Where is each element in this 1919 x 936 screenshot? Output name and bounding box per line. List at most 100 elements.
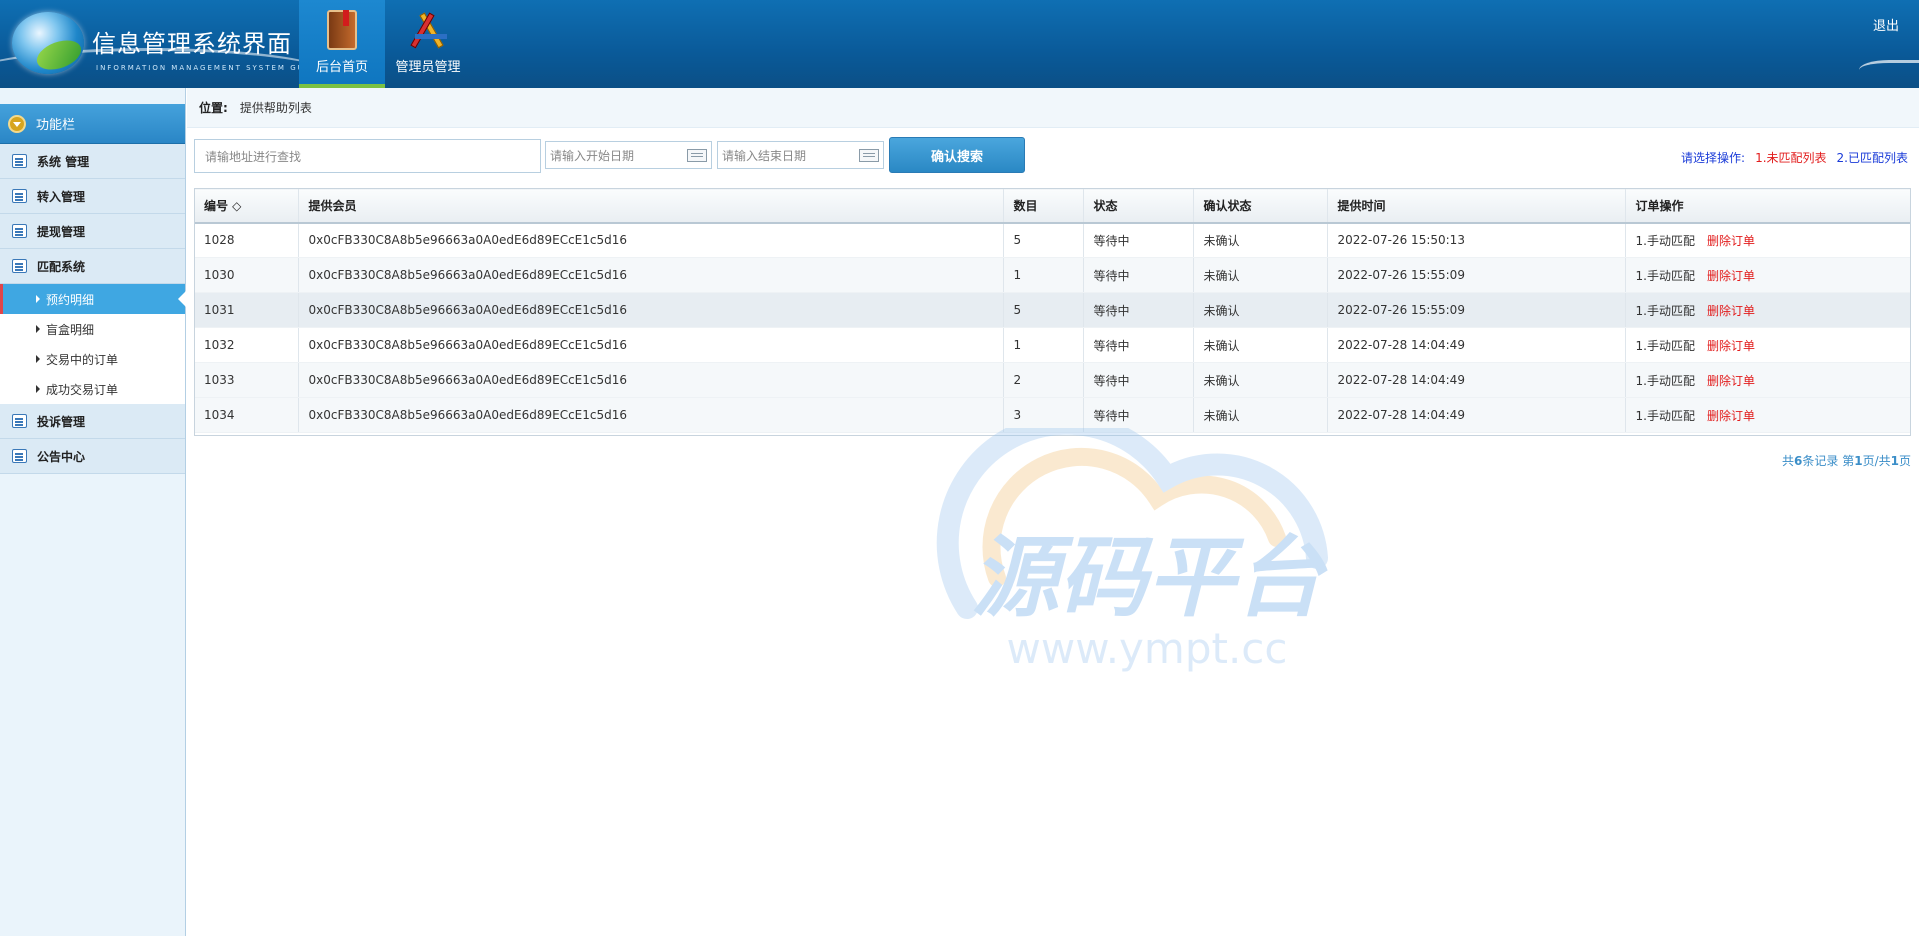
cell-count: 5 [1002,292,1083,328]
delete-order-link[interactable]: 删除订单 [1707,409,1755,423]
sidebar-group-label: 公告中心 [37,449,86,464]
table-row: 1032 0x0cFB330C8A8b5e96663a0A0edE6d89ECc… [194,327,1911,363]
cell-count: 3 [1002,397,1083,433]
cell-time: 2022-07-28 14:04:49 [1326,397,1625,433]
nav-admin-label: 管理员管理 [395,60,461,75]
cell-confirm: 未确认 [1192,327,1327,363]
nav-home[interactable]: 后台首页 [299,0,385,88]
cell-status: 等待中 [1082,397,1193,433]
manual-match-link[interactable]: 1.手动匹配 [1636,234,1695,248]
cell-time: 2022-07-26 15:55:09 [1326,292,1625,328]
sidebar: 功能栏 系统 管理 转入管理 提现管理 匹配系统 预约明细 盲盒明细 交易中的订… [0,88,186,936]
manual-match-link[interactable]: 1.手动匹配 [1636,269,1695,283]
cell-time: 2022-07-26 15:55:09 [1326,257,1625,293]
pagination-info: 共6条记录 第1页/共1页 [1782,452,1911,469]
delete-order-link[interactable]: 删除订单 [1707,269,1755,283]
cell-id: 1032 [194,327,298,363]
cell-id: 1031 [194,292,298,328]
sidebar-header-label: 功能栏 [36,118,76,133]
sidebar-group-withdraw[interactable]: 提现管理 [0,214,185,249]
sidebar-item-reservation[interactable]: 预约明细 [0,284,186,314]
sidebar-group-complaints[interactable]: 投诉管理 [0,404,185,439]
operation-links: 请选择操作: 1.未匹配列表 2.已匹配列表 [1681,149,1908,166]
caret-right-icon [36,355,40,363]
operation-label: 请选择操作: [1681,151,1746,165]
col-actions-header: 订单操作 [1624,188,1911,224]
logout-link[interactable]: 退出 [1873,15,1899,34]
pager-prefix: 共 [1782,454,1795,468]
cell-actions: 1.手动匹配 删除订单 [1624,397,1911,433]
cell-actions: 1.手动匹配 删除订单 [1624,362,1911,398]
sidebar-item-label: 交易中的订单 [46,352,119,367]
caret-right-icon [36,295,40,303]
caret-right-icon [36,325,40,333]
delete-order-link[interactable]: 删除订单 [1707,339,1755,353]
sidebar-group-system[interactable]: 系统 管理 [0,144,185,179]
watermark-title: 源码平台 [971,526,1328,629]
start-date-input[interactable]: 请输入开始日期 [545,141,712,169]
comment-icon [12,224,27,238]
sidebar-group-label: 提现管理 [37,224,86,239]
header-right-decoration [1859,60,1919,80]
table-row: 1034 0x0cFB330C8A8b5e96663a0A0edE6d89ECc… [194,397,1911,433]
nav-admin[interactable]: 管理员管理 [385,0,471,88]
cell-id: 1034 [194,397,298,433]
sidebar-group-notices[interactable]: 公告中心 [0,439,185,474]
col-time-header: 提供时间 [1326,188,1625,224]
col-member-header: 提供会员 [297,188,1003,224]
cell-confirm: 未确认 [1192,292,1327,328]
watermark: 源码平台 www.ympt.cc [936,428,1328,673]
cell-confirm: 未确认 [1192,222,1327,258]
top-header: 信息管理系统界面 INFORMATION MANAGEMENT SYSTEM G… [0,0,1919,88]
breadcrumb-label: 位置: [199,101,228,115]
cell-confirm: 未确认 [1192,397,1327,433]
manual-match-link[interactable]: 1.手动匹配 [1636,304,1695,318]
pager-mid: 条记录 第 [1802,454,1855,468]
app-title: 信息管理系统界面 [92,30,292,58]
cell-confirm: 未确认 [1192,362,1327,398]
cell-count: 5 [1002,222,1083,258]
manual-match-link[interactable]: 1.手动匹配 [1636,409,1695,423]
cell-status: 等待中 [1082,292,1193,328]
sidebar-item-blindbox[interactable]: 盲盒明细 [0,314,185,344]
app-logo: 信息管理系统界面 INFORMATION MANAGEMENT SYSTEM G… [6,8,307,80]
sidebar-item-trading-orders[interactable]: 交易中的订单 [0,344,185,374]
pager-mid2: 页/共 [1862,454,1891,468]
watermark-url: www.ympt.cc [1007,624,1288,673]
calendar-icon[interactable] [687,149,707,162]
cell-member: 0x0cFB330C8A8b5e96663a0A0edE6d89ECcE1c5d… [297,362,1003,398]
col-id-header[interactable]: 编号 ◇ [194,188,298,224]
cell-status: 等待中 [1082,362,1193,398]
calendar-icon [12,259,27,273]
confirm-search-button[interactable]: 确认搜索 [889,137,1025,173]
edit-icon [12,449,27,463]
sidebar-group-transfer[interactable]: 转入管理 [0,179,185,214]
col-confirm-header: 确认状态 [1192,188,1327,224]
pager-pages: 1 [1890,454,1899,468]
unmatched-list-link[interactable]: 1.未匹配列表 [1755,149,1826,166]
delete-order-link[interactable]: 删除订单 [1707,304,1755,318]
address-search-input[interactable]: 请输地址进行查找 [194,139,541,173]
delete-order-link[interactable]: 删除订单 [1707,234,1755,248]
sidebar-group-match[interactable]: 匹配系统 [0,249,185,284]
tools-icon [410,8,451,52]
table-row: 1028 0x0cFB330C8A8b5e96663a0A0edE6d89ECc… [194,222,1911,258]
delete-order-link[interactable]: 删除订单 [1707,374,1755,388]
sidebar-item-success-orders[interactable]: 成功交易订单 [0,374,185,404]
calendar-icon[interactable] [859,149,879,162]
manual-match-link[interactable]: 1.手动匹配 [1636,374,1695,388]
table-row: 1030 0x0cFB330C8A8b5e96663a0A0edE6d89ECc… [194,257,1911,293]
cell-count: 1 [1002,257,1083,293]
manual-match-link[interactable]: 1.手动匹配 [1636,339,1695,353]
sidebar-item-label: 盲盒明细 [46,322,95,337]
cell-actions: 1.手动匹配 删除订单 [1624,292,1911,328]
end-date-input[interactable]: 请输入结束日期 [717,141,884,169]
caret-right-icon [36,385,40,393]
cell-id: 1033 [194,362,298,398]
cell-count: 1 [1002,327,1083,363]
book-icon [327,10,357,50]
sidebar-header[interactable]: 功能栏 [0,104,185,144]
breadcrumb: 位置: 提供帮助列表 [187,88,1919,128]
matched-list-link[interactable]: 2.已匹配列表 [1837,149,1908,166]
cell-member: 0x0cFB330C8A8b5e96663a0A0edE6d89ECcE1c5d… [297,222,1003,258]
